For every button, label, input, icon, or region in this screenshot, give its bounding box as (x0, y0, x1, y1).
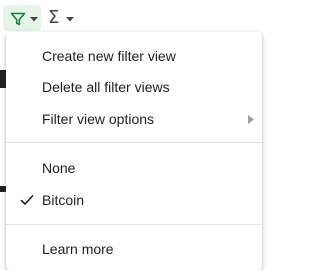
menu-item-delete-all-filter-views[interactable]: Delete all filter views (6, 72, 262, 102)
menu-item-label: Filter view options (42, 111, 155, 127)
filter-funnel-icon (10, 12, 26, 26)
menu-item-view-bitcoin[interactable]: Bitcoin (6, 185, 262, 215)
submenu-arrow-icon (248, 115, 254, 124)
menu-item-view-none[interactable]: None (6, 153, 262, 183)
checkmark-icon (20, 194, 34, 206)
chevron-down-icon (66, 17, 74, 22)
menu-item-label: None (42, 160, 76, 176)
menu-item-label: Learn more (42, 241, 114, 257)
menu-item-filter-view-options[interactable]: Filter view options (6, 104, 262, 134)
menu-item-label: Create new filter view (42, 48, 176, 64)
functions-button[interactable]: Σ (44, 5, 76, 31)
filter-views-menu: Create new filter view Delete all filter… (6, 32, 262, 270)
menu-divider (6, 224, 262, 225)
menu-item-label: Bitcoin (42, 192, 85, 208)
sigma-icon: Σ (48, 7, 60, 28)
chevron-down-icon (30, 17, 38, 22)
menu-item-create-filter-view[interactable]: Create new filter view (6, 41, 262, 71)
menu-divider (6, 142, 262, 143)
sheets-window: Σ Create new filter view Delete all filt… (0, 0, 266, 270)
menu-item-label: Delete all filter views (42, 79, 170, 95)
create-filter-button[interactable] (3, 5, 41, 31)
toolbar: Σ (0, 0, 266, 36)
menu-item-learn-more[interactable]: Learn more (6, 234, 262, 264)
